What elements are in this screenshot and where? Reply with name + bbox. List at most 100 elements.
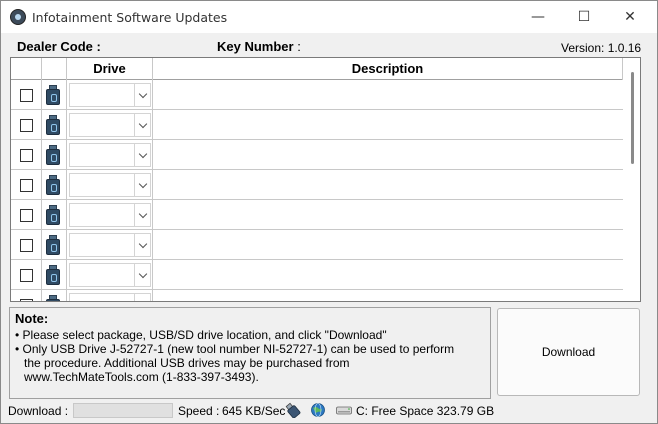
minimize-button[interactable]: — (515, 1, 561, 33)
app-window: Infotainment Software Updates — ☐ ✕ Deal… (0, 0, 658, 424)
header-icon (42, 58, 67, 80)
drive-select[interactable] (69, 293, 151, 301)
table-row[interactable] (11, 290, 623, 301)
key-number-text: Key Number (217, 39, 294, 54)
select-cell (11, 260, 42, 290)
drive-cell (67, 80, 153, 110)
row-checkbox[interactable] (20, 269, 33, 282)
key-number-label: Key Number : (217, 39, 301, 54)
chevron-down-icon[interactable] (134, 204, 150, 226)
hard-drive-icon (336, 406, 352, 415)
row-checkbox[interactable] (20, 89, 33, 102)
drive-select[interactable] (69, 203, 151, 227)
drive-cell (67, 140, 153, 170)
close-button[interactable]: ✕ (607, 1, 653, 33)
drive-select[interactable] (69, 233, 151, 257)
description-cell (153, 140, 623, 170)
scrollbar-thumb[interactable] (631, 72, 634, 164)
description-cell (153, 290, 623, 301)
description-cell (153, 170, 623, 200)
download-progress-bar (73, 403, 173, 418)
table-row[interactable] (11, 200, 623, 230)
description-cell (153, 230, 623, 260)
header-select (11, 58, 42, 80)
download-status-label: Download : (8, 404, 69, 418)
select-cell (11, 170, 42, 200)
usb-drive-icon (46, 85, 60, 105)
select-cell (11, 80, 42, 110)
speed-label: Speed : (178, 404, 220, 418)
header-drive: Drive (67, 58, 153, 80)
row-checkbox[interactable] (20, 239, 33, 252)
select-cell (11, 290, 42, 301)
chevron-down-icon[interactable] (134, 264, 150, 286)
usb-drive-icon (46, 175, 60, 195)
chevron-down-icon[interactable] (134, 234, 150, 256)
app-icon (10, 9, 26, 25)
icon-cell (42, 140, 67, 170)
note-line-1: • Please select package, USB/SD drive lo… (15, 328, 387, 342)
table-row[interactable] (11, 260, 623, 290)
header-description: Description (153, 58, 623, 80)
row-checkbox[interactable] (20, 179, 33, 192)
title-bar[interactable]: Infotainment Software Updates — ☐ ✕ (1, 1, 657, 33)
chevron-down-icon[interactable] (134, 144, 150, 166)
chevron-down-icon[interactable] (134, 114, 150, 136)
table-row[interactable] (11, 230, 623, 260)
description-cell (153, 200, 623, 230)
drive-select[interactable] (69, 263, 151, 287)
select-cell (11, 230, 42, 260)
table-row[interactable] (11, 80, 623, 110)
drive-select[interactable] (69, 173, 151, 197)
maximize-button[interactable]: ☐ (561, 1, 607, 33)
usb-drive-icon (46, 235, 60, 255)
row-checkbox[interactable] (20, 119, 33, 132)
icon-cell (42, 170, 67, 200)
row-checkbox[interactable] (20, 149, 33, 162)
select-cell (11, 140, 42, 170)
description-cell (153, 110, 623, 140)
drive-cell (67, 200, 153, 230)
description-cell (153, 80, 623, 110)
grid-scrollbar[interactable] (624, 58, 640, 301)
icon-cell (42, 260, 67, 290)
download-button[interactable]: Download (497, 308, 640, 396)
status-bar: Download : Speed : 645 KB/Sec C: Free Sp… (1, 401, 657, 423)
select-cell (11, 110, 42, 140)
drive-cell (67, 170, 153, 200)
drive-cell (67, 260, 153, 290)
icon-cell (42, 110, 67, 140)
usb-drive-icon (46, 265, 60, 285)
drive-select[interactable] (69, 143, 151, 167)
table-row[interactable] (11, 110, 623, 140)
window-title: Infotainment Software Updates (32, 10, 228, 25)
drive-cell (67, 230, 153, 260)
drive-cell (67, 110, 153, 140)
chevron-down-icon[interactable] (134, 294, 150, 301)
icon-cell (42, 80, 67, 110)
drive-cell (67, 290, 153, 301)
drive-select[interactable] (69, 113, 151, 137)
dealer-code-label: Dealer Code : (17, 39, 101, 54)
row-checkbox[interactable] (20, 299, 33, 301)
drive-select[interactable] (69, 83, 151, 107)
note-line-3: the procedure. Additional USB drives may… (24, 356, 350, 370)
table-row[interactable] (11, 140, 623, 170)
key-number-colon: : (297, 39, 301, 54)
chevron-down-icon[interactable] (134, 174, 150, 196)
description-cell (153, 260, 623, 290)
table-row[interactable] (11, 170, 623, 200)
note-title: Note: (15, 311, 49, 326)
package-grid[interactable]: Drive Description (10, 57, 641, 302)
note-panel: Note: • Please select package, USB/SD dr… (9, 307, 491, 399)
globe-icon (311, 403, 325, 417)
note-line-4: www.TechMateTools.com (1-833-397-3493). (24, 370, 259, 384)
note-line-2: • Only USB Drive J-52727-1 (new tool num… (15, 342, 455, 356)
icon-cell (42, 290, 67, 301)
select-cell (11, 200, 42, 230)
speed-value: 645 KB/Sec (222, 404, 286, 418)
icon-cell (42, 230, 67, 260)
icon-cell (42, 200, 67, 230)
chevron-down-icon[interactable] (134, 84, 150, 106)
row-checkbox[interactable] (20, 209, 33, 222)
